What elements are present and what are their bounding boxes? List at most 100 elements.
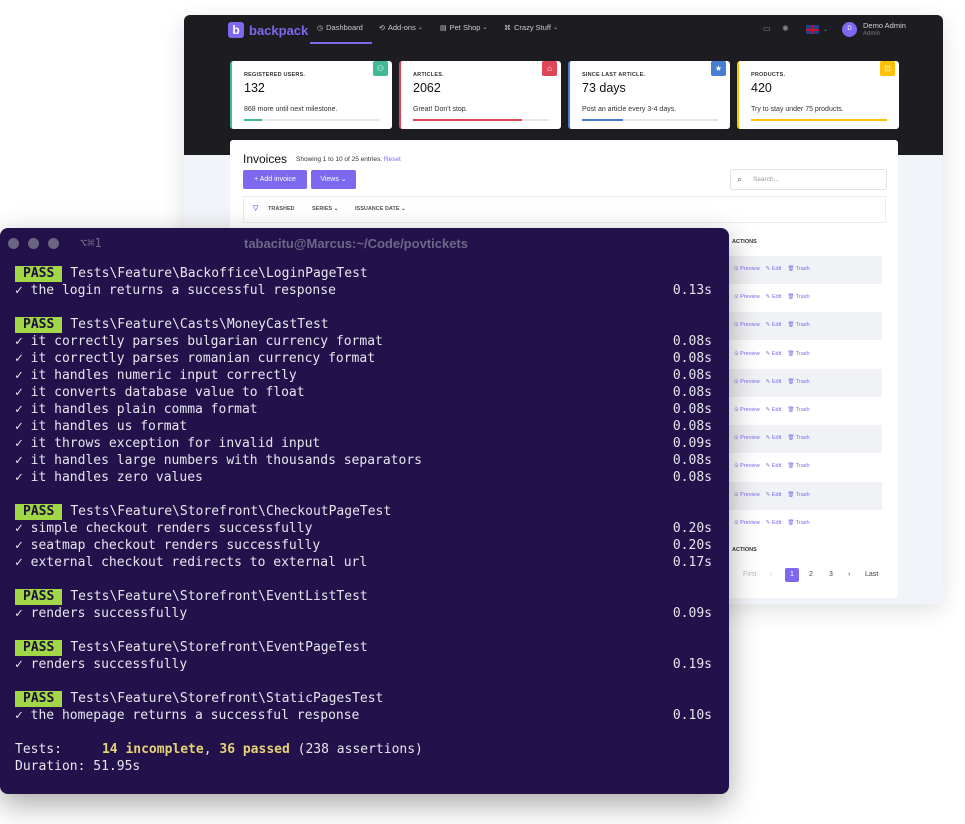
filter-issuance-date[interactable]: ISSUANCE DATE ⌄ bbox=[355, 206, 406, 212]
edit-link[interactable]: ✎ Edit bbox=[766, 435, 782, 441]
test-suite-line: PASS Tests\Feature\Storefront\EventListTe… bbox=[15, 588, 712, 605]
edit-link[interactable]: ✎ Edit bbox=[766, 463, 782, 469]
preview-link[interactable]: ⊙ Preview bbox=[734, 294, 760, 300]
pass-badge: PASS bbox=[15, 266, 63, 282]
pager-next[interactable]: › bbox=[848, 571, 850, 578]
test-duration: 0.08s bbox=[672, 419, 712, 434]
progress-fill bbox=[582, 119, 623, 121]
edit-link[interactable]: ✎ Edit bbox=[766, 520, 782, 526]
progress-fill bbox=[413, 119, 522, 121]
check-icon: ✓ bbox=[15, 402, 31, 417]
pager-last[interactable]: Last bbox=[865, 571, 878, 578]
edit-link[interactable]: ✎ Edit bbox=[766, 492, 782, 498]
edit-link[interactable]: ✎ Edit bbox=[766, 294, 782, 300]
trash-link[interactable]: 🗑 Trash bbox=[787, 463, 809, 469]
test-suite-name: Tests\Feature\Storefront\EventPageTest bbox=[70, 640, 368, 655]
filter-trashed[interactable]: TRASHED bbox=[268, 206, 295, 212]
preview-link[interactable]: ⊙ Preview bbox=[734, 463, 760, 469]
filter-series[interactable]: SERIES ⌄ bbox=[312, 206, 338, 212]
nav-item-dashboard[interactable]: ◷ Dashboard bbox=[317, 23, 363, 32]
test-result-line: ✓ it converts database value to float 0.0… bbox=[15, 384, 712, 401]
edit-link[interactable]: ✎ Edit bbox=[766, 322, 782, 328]
trash-link[interactable]: 🗑 Trash bbox=[787, 520, 809, 526]
stat-description: Post an article every 3-4 days. bbox=[582, 106, 677, 113]
table-row: ⊙ Preview ✎ Edit 🗑 Trash bbox=[728, 510, 882, 538]
stat-value: 132 bbox=[244, 81, 265, 95]
pass-badge: PASS bbox=[15, 691, 63, 707]
trash-link[interactable]: 🗑 Trash bbox=[787, 266, 809, 272]
add-invoice-button[interactable]: + Add invoice bbox=[243, 170, 307, 189]
terminal-title-bar[interactable]: ⌥⌘1 tabacitu@Marcus:~/Code/povtickets bbox=[0, 228, 729, 260]
trash-link[interactable]: 🗑 Trash bbox=[787, 492, 809, 498]
preview-link[interactable]: ⊙ Preview bbox=[734, 520, 760, 526]
trash-link[interactable]: 🗑 Trash bbox=[787, 351, 809, 357]
lock-icon: ⊡ bbox=[880, 61, 895, 76]
pager-page-1[interactable]: 1 bbox=[785, 568, 799, 582]
row-actions: ⊙ Preview ✎ Edit 🗑 Trash bbox=[734, 520, 816, 526]
preview-link[interactable]: ⊙ Preview bbox=[734, 379, 760, 385]
test-result-line: ✓ it handles plain comma format 0.08s bbox=[15, 401, 712, 418]
user-name[interactable]: Demo Admin bbox=[863, 21, 906, 30]
preview-link[interactable]: ⊙ Preview bbox=[734, 322, 760, 328]
pager-page-3[interactable]: 3 bbox=[829, 571, 833, 578]
test-name: renders successfully bbox=[30, 657, 188, 672]
stat-label: SINCE LAST ARTICLE. bbox=[582, 72, 646, 78]
chevron-down-icon[interactable]: ⌄ bbox=[823, 26, 828, 33]
pager-prev[interactable]: ‹ bbox=[770, 571, 772, 578]
trash-link[interactable]: 🗑 Trash bbox=[787, 435, 809, 441]
trash-link[interactable]: 🗑 Trash bbox=[787, 379, 809, 385]
check-icon: ✓ bbox=[15, 436, 31, 451]
assertions-count: (238 assertions) bbox=[297, 742, 423, 757]
preview-link[interactable]: ⊙ Preview bbox=[734, 266, 760, 272]
close-window-button[interactable] bbox=[8, 238, 19, 249]
test-duration: 0.20s bbox=[672, 521, 712, 536]
preview-link[interactable]: ⊙ Preview bbox=[734, 407, 760, 413]
test-duration: 0.09s bbox=[672, 606, 712, 621]
addons-icon: ⟲ bbox=[379, 24, 385, 32]
test-result-line: ✓ renders successfully 0.09s bbox=[15, 605, 712, 622]
trash-link[interactable]: 🗑 Trash bbox=[787, 407, 809, 413]
edit-link[interactable]: ✎ Edit bbox=[766, 351, 782, 357]
pass-badge: PASS bbox=[15, 504, 63, 520]
incomplete-count: 14 incomplete bbox=[101, 742, 204, 757]
avatar[interactable]: D bbox=[842, 22, 857, 37]
language-flag-icon[interactable] bbox=[806, 25, 819, 34]
stat-value: 420 bbox=[751, 81, 772, 95]
preview-link[interactable]: ⊙ Preview bbox=[734, 351, 760, 357]
minimize-window-button[interactable] bbox=[28, 238, 39, 249]
theme-toggle-icon[interactable]: ✺ bbox=[782, 24, 789, 33]
edit-link[interactable]: ✎ Edit bbox=[766, 379, 782, 385]
search-input[interactable]: ⌕ Search... bbox=[730, 169, 887, 190]
preview-link[interactable]: ⊙ Preview bbox=[734, 492, 760, 498]
stat-label: REGISTERED USERS. bbox=[244, 72, 306, 78]
entries-info: Showing 1 to 10 of 25 entries. Reset bbox=[296, 156, 401, 163]
brand-logo[interactable]: b backpack bbox=[228, 22, 308, 38]
table-row: ⊙ Preview ✎ Edit 🗑 Trash bbox=[728, 425, 882, 454]
chevron-down-icon: ⌄ bbox=[482, 25, 488, 31]
row-actions: ⊙ Preview ✎ Edit 🗑 Trash bbox=[734, 266, 816, 272]
nav-item-pet-shop[interactable]: ▤ Pet Shop ⌄ bbox=[440, 23, 488, 32]
zoom-window-button[interactable] bbox=[48, 238, 59, 249]
views-button[interactable]: Views ⌄ bbox=[311, 170, 356, 189]
test-result-line: ✓ it handles large numbers with thousand… bbox=[15, 452, 712, 469]
test-suite-name: Tests\Feature\Storefront\StaticPagesTest bbox=[70, 691, 384, 706]
test-result-line: ✓ external checkout redirects to externa… bbox=[15, 554, 712, 571]
edit-link[interactable]: ✎ Edit bbox=[766, 266, 782, 272]
preview-link[interactable]: ⊙ Preview bbox=[734, 435, 760, 441]
monitor-icon[interactable]: ▭ bbox=[763, 24, 771, 33]
nav-item-addons[interactable]: ⟲ Add-ons ⌄ bbox=[379, 23, 423, 32]
trash-link[interactable]: 🗑 Trash bbox=[787, 294, 809, 300]
check-icon: ✓ bbox=[15, 470, 31, 485]
pager-page-2[interactable]: 2 bbox=[809, 571, 813, 578]
reset-link[interactable]: Reset bbox=[384, 156, 401, 163]
trash-link[interactable]: 🗑 Trash bbox=[787, 322, 809, 328]
progress-fill bbox=[751, 119, 887, 121]
stat-description: Great! Don't stop. bbox=[413, 106, 468, 113]
row-actions: ⊙ Preview ✎ Edit 🗑 Trash bbox=[734, 379, 816, 385]
table-row: ⊙ Preview ✎ Edit 🗑 Trash bbox=[728, 481, 882, 510]
test-name: it handles plain comma format bbox=[30, 402, 258, 417]
stat-label: ARTICLES. bbox=[413, 72, 444, 78]
nav-item-crazy-stuff[interactable]: ⌘ Crazy Stuff ⌄ bbox=[504, 23, 558, 32]
pager-first[interactable]: First bbox=[743, 571, 757, 578]
edit-link[interactable]: ✎ Edit bbox=[766, 407, 782, 413]
